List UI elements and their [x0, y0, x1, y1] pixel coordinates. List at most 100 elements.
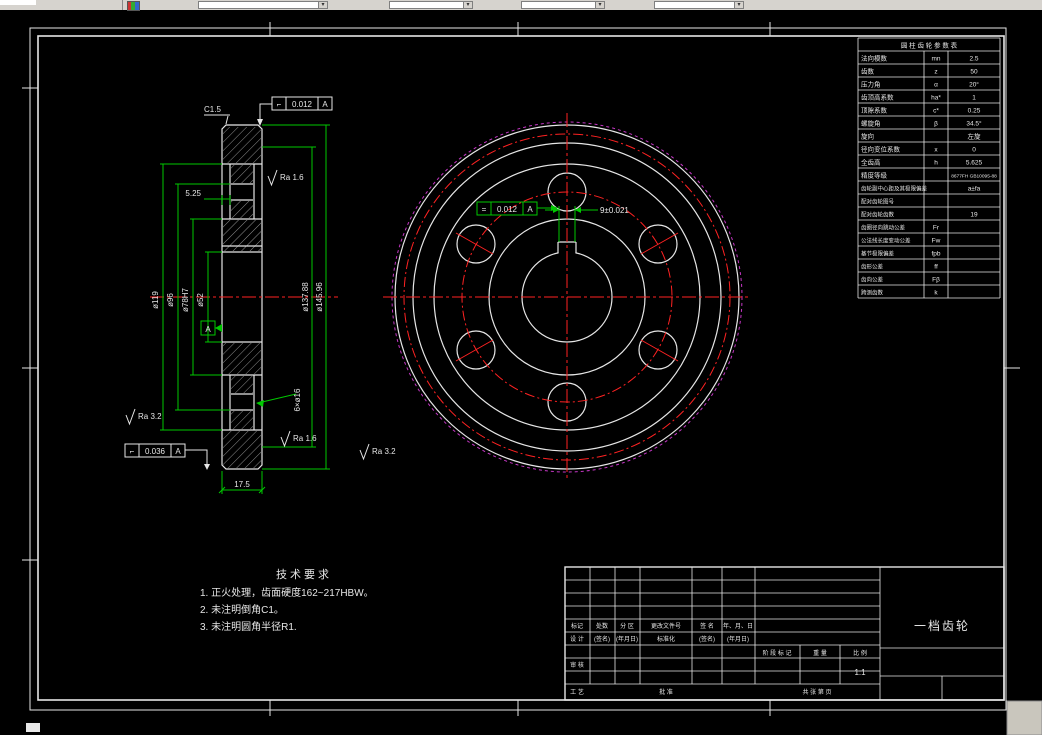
gdt-symbol: ⌐ — [130, 447, 135, 456]
param-value: 34.5° — [966, 120, 982, 128]
tb-signature: 签 名 — [700, 622, 714, 630]
gdt-value: 0.012 — [497, 205, 518, 214]
tech-req-line-2: 2. 未注明倒角C1。 — [200, 603, 284, 616]
toolbar-combo-color[interactable]: ▾ — [389, 1, 473, 9]
dim-tip-root: ø137.88 — [301, 282, 310, 312]
dim-outer: ø145.96 — [315, 282, 324, 312]
gdt-datum: A — [175, 447, 181, 456]
dim-d96: ø96 — [166, 293, 175, 307]
gdt-value: 0.012 — [292, 100, 313, 109]
param-label: 配对齿轮图号 — [861, 198, 895, 206]
tech-req-line-1: 1. 正火处理，齿面硬度162~217HBW。 — [200, 586, 374, 599]
param-symbol: Fr — [933, 225, 940, 232]
toolbar-combo-lineweight[interactable]: ▾ — [654, 1, 744, 9]
tb-scale-value: 1:1 — [854, 668, 866, 677]
scrollbar-corner — [1006, 700, 1042, 735]
roughness-ra32-right: Ra 3.2 — [372, 447, 396, 456]
param-symbol: mn — [931, 56, 940, 63]
datum-label: A — [205, 325, 211, 334]
param-label: 齿轮副中心距及其极限偏差 — [861, 185, 928, 193]
param-label: 法向模数 — [861, 54, 888, 63]
tb-standardize: 标准化 — [657, 635, 675, 643]
param-value: 8677FH GB10095-88 — [951, 174, 997, 180]
chamfer-label: C1.5 — [204, 105, 221, 114]
cad-window: ▾ ▾ ▾ ▾ ø119 ø96 ø78H7 ø52 ø137.88 ø145.… — [0, 0, 1042, 735]
command-line-remnant — [26, 723, 40, 732]
param-symbol: ff — [934, 264, 938, 271]
param-symbol: α — [934, 82, 938, 89]
dim-d78: ø78H7 — [181, 287, 190, 312]
title-block: 标记 处数 分 区 更改文件号 签 名 年、月、日 设 计 (签名) (年月日)… — [564, 566, 1005, 701]
roughness-ra16-bottom: Ra 1.6 — [293, 434, 317, 443]
param-label: 全齿高 — [861, 158, 881, 167]
param-label: 跨测齿数 — [861, 289, 884, 297]
tb-stage-mark: 阶 段 标 记 — [762, 649, 791, 657]
gear-section-view: ø119 ø96 ø78H7 ø52 ø137.88 ø145.96 6×ø16… — [124, 96, 396, 494]
chevron-down-icon[interactable]: ▾ — [595, 2, 604, 8]
param-label: 齿圈径向跳动公差 — [861, 224, 906, 232]
dim-17-5: 17.5 — [234, 480, 250, 489]
dim-holes: 6×ø16 — [293, 388, 302, 411]
dim-d52: ø52 — [196, 293, 205, 307]
param-symbol: Fw — [932, 238, 941, 245]
gdt-symbol: = — [482, 205, 487, 214]
tb-zone: 分 区 — [620, 622, 634, 630]
param-value: 1 — [972, 95, 976, 102]
toolbar-combo-layer[interactable]: ▾ — [198, 1, 328, 9]
param-symbol: x — [934, 147, 938, 154]
tb-sign-hint2: (签名) — [699, 635, 715, 643]
top-toolbar: ▾ ▾ ▾ ▾ — [0, 0, 1042, 11]
tb-date-hint2: (年月日) — [727, 635, 749, 643]
tech-req-line-3: 3. 未注明圆角半径R1. — [200, 620, 297, 633]
param-label: 径向变位系数 — [861, 145, 901, 154]
drawing-canvas[interactable]: ø119 ø96 ø78H7 ø52 ø137.88 ø145.96 6×ø16… — [0, 0, 1042, 735]
param-symbol: z — [934, 69, 937, 76]
roughness-ra16-top: Ra 1.6 — [280, 173, 304, 182]
chevron-down-icon[interactable]: ▾ — [734, 2, 743, 8]
part-name: 一档齿轮 — [914, 619, 970, 633]
toolbar-combo-linetype[interactable]: ▾ — [521, 1, 605, 9]
tb-process: 工 艺 — [570, 688, 584, 696]
param-value: a±fa — [968, 186, 981, 193]
tb-design: 设 计 — [570, 635, 584, 643]
roughness-ra32-left: Ra 3.2 — [138, 412, 162, 421]
param-label: 基节极限偏差 — [861, 250, 895, 258]
tb-approve: 批 准 — [659, 688, 673, 696]
param-symbol: Fβ — [932, 277, 940, 284]
param-label: 齿向公差 — [861, 276, 884, 284]
param-symbol: β — [934, 121, 938, 128]
dim-5-25: 5.25 — [185, 189, 201, 198]
param-label: 公法线长度变动公差 — [861, 237, 911, 245]
param-value: 0 — [972, 147, 976, 154]
tb-sign-hint: (签名) — [594, 635, 610, 643]
param-value: 0.25 — [968, 108, 981, 115]
param-label: 顶隙系数 — [861, 106, 888, 115]
param-label: 齿数 — [861, 67, 875, 76]
gdt-datum: A — [527, 205, 533, 214]
gdt-value: 0.036 — [145, 447, 166, 456]
param-value: 19 — [970, 212, 978, 219]
param-symbol: fpb — [931, 251, 940, 258]
chevron-down-icon[interactable]: ▾ — [463, 2, 472, 8]
param-label: 螺旋角 — [861, 119, 881, 128]
tech-requirements: 技术要求 1. 正火处理，齿面硬度162~217HBW。 2. 未注明倒角C1。… — [200, 568, 374, 633]
tb-date-hint: (年月日) — [616, 635, 638, 643]
gear-front-view: 9±0.021 = 0.012 A — [383, 113, 751, 481]
keyway-width-dim: 9±0.021 — [600, 206, 629, 215]
layer-color-icon[interactable] — [127, 1, 140, 11]
param-value: 5.625 — [966, 160, 983, 167]
param-symbol: ha* — [931, 95, 941, 102]
chevron-down-icon[interactable]: ▾ — [318, 2, 327, 8]
param-label: 齿形公差 — [861, 263, 884, 271]
param-value: 2.5 — [969, 56, 978, 63]
tb-count: 处数 — [596, 622, 608, 630]
param-symbol: c* — [933, 108, 939, 115]
gdt-symbol: ⌐ — [277, 100, 282, 109]
param-table-title: 圆 柱 齿 轮 参 数 表 — [901, 41, 958, 50]
tb-review: 审 核 — [570, 661, 584, 669]
param-label: 配对齿轮齿数 — [861, 211, 895, 219]
tb-sheets: 共 张 第 页 — [802, 688, 831, 696]
param-label: 齿顶高系数 — [861, 93, 894, 102]
menu-remnant — [0, 0, 36, 5]
tb-date: 年、月、日 — [723, 622, 753, 630]
